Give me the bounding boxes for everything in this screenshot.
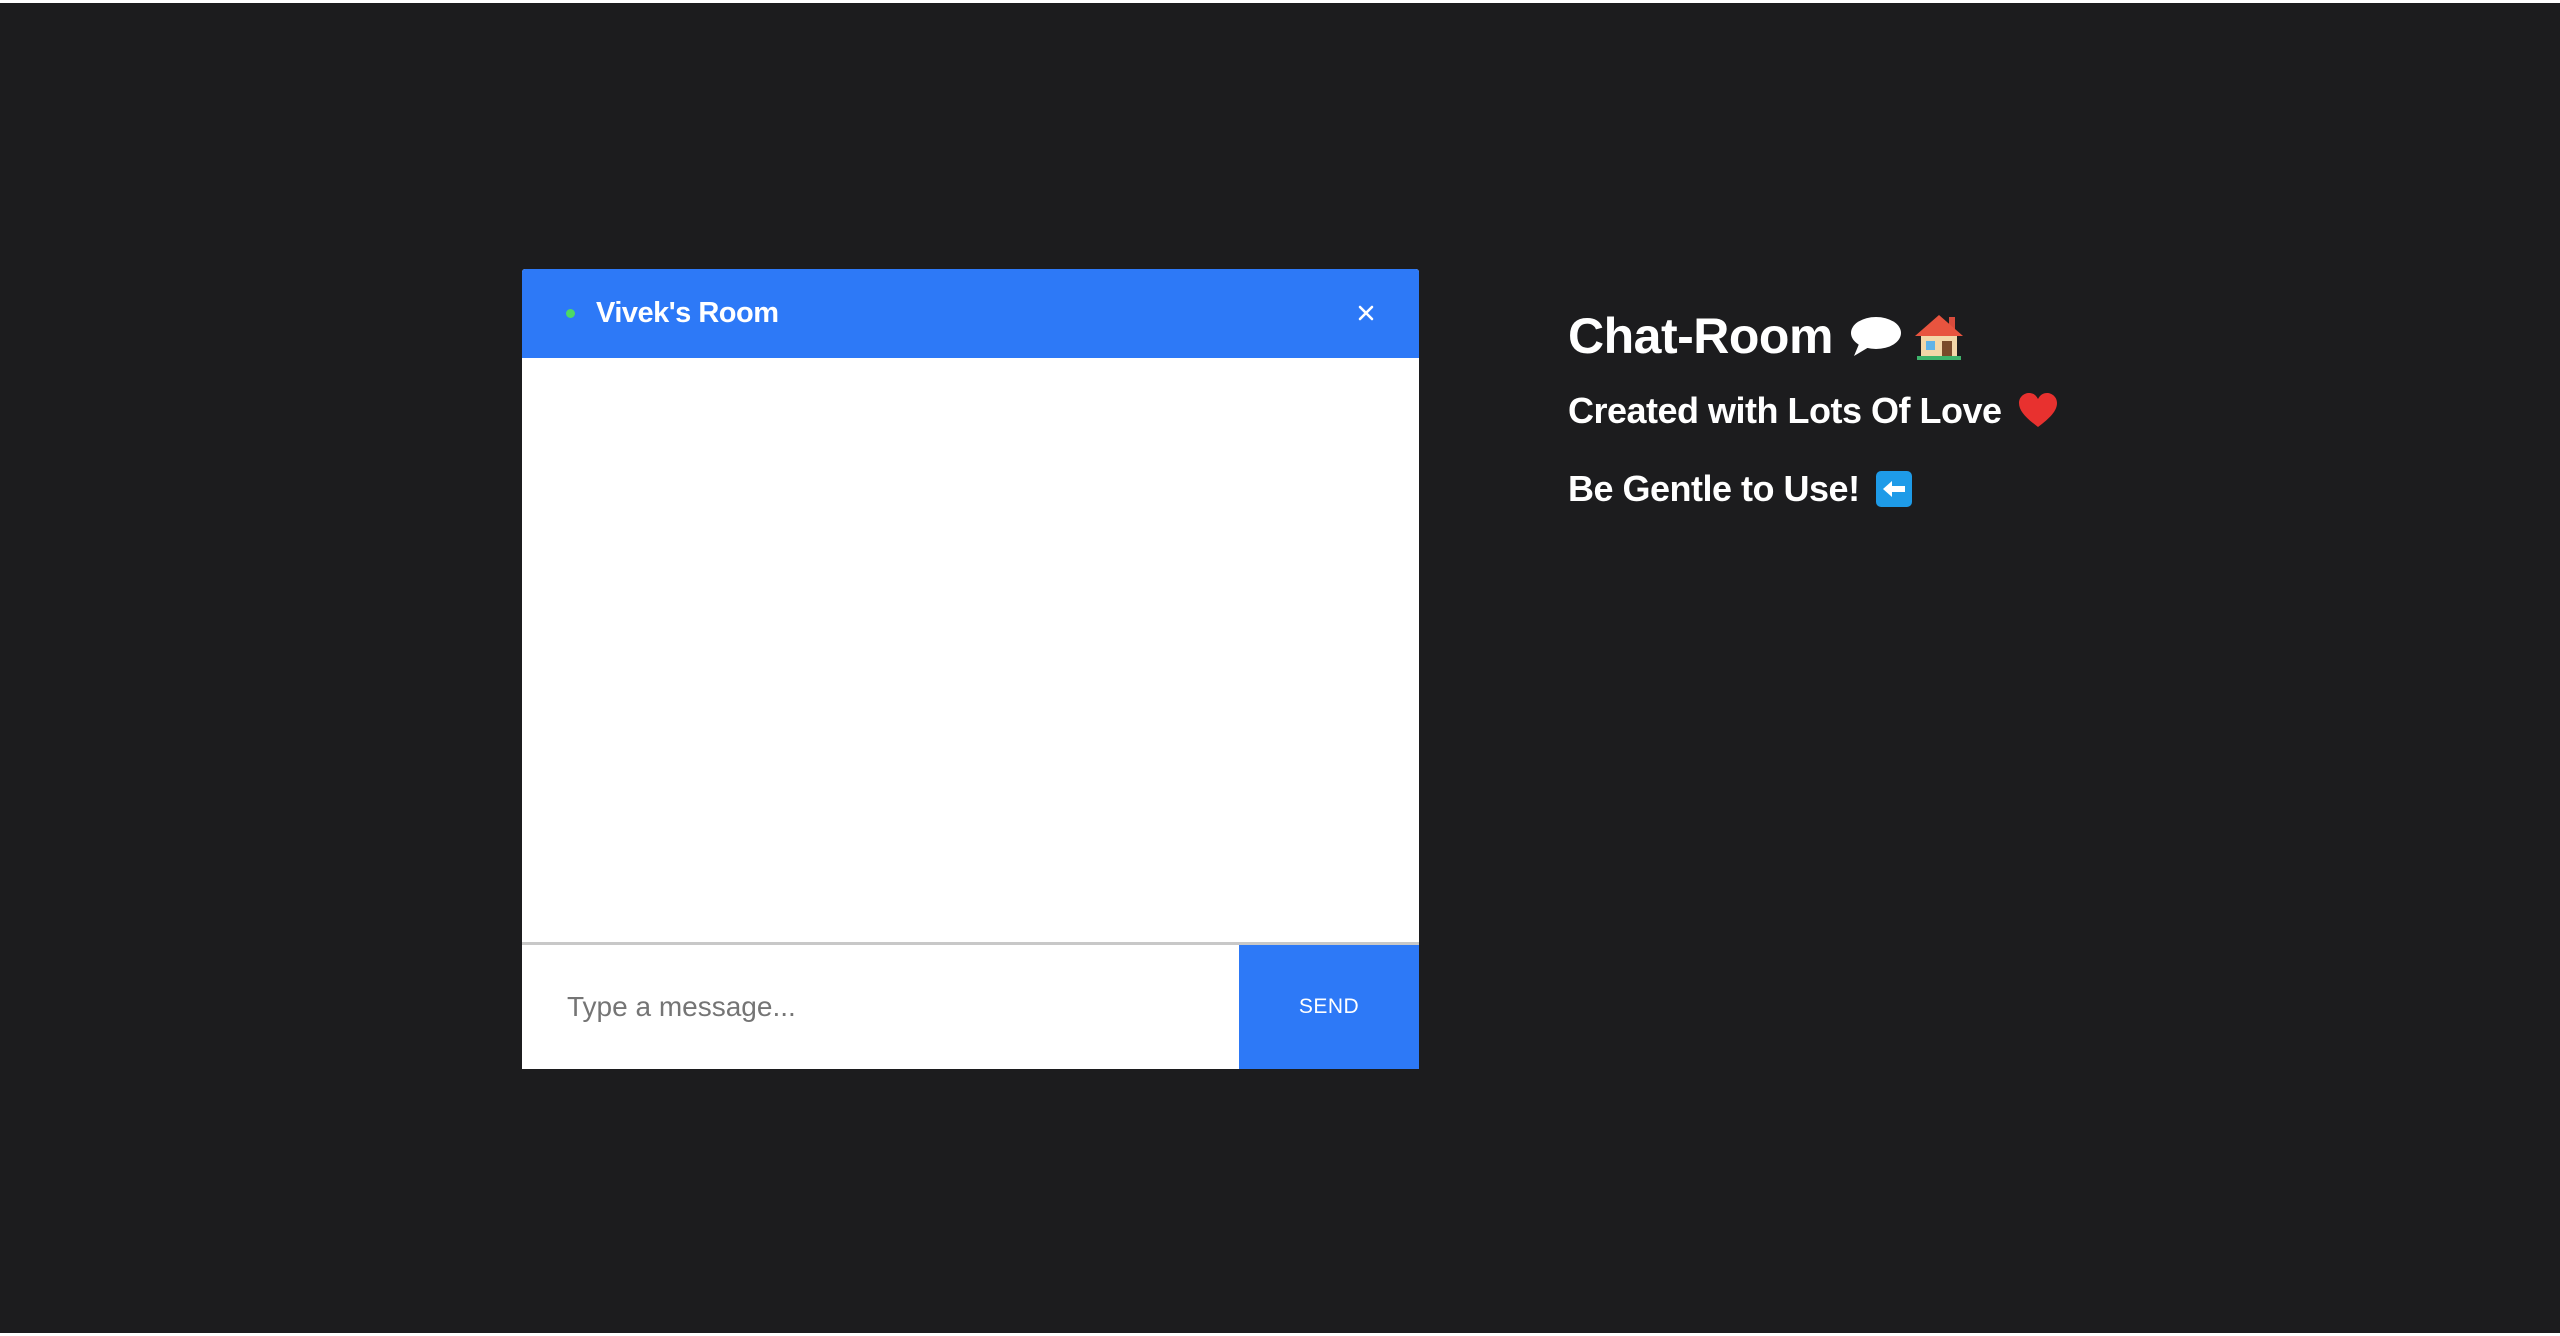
top-border [0,0,2560,3]
heart-icon [2018,393,2058,429]
message-list[interactable] [522,358,1419,942]
info-panel: Chat-Room Created with Lots Of Love Be G… [1568,300,2058,516]
chat-window: Vivek's Room SEND [522,269,1419,1069]
be-gentle-text: Be Gentle to Use! [1568,468,1860,509]
online-status-dot [566,309,575,318]
room-title: Vivek's Room [596,297,779,329]
speech-bubble-icon [1849,314,1903,358]
send-button[interactable]: SEND [1239,945,1419,1069]
page-title: Chat-Room [1568,308,1833,364]
info-love-line: Created with Lots Of Love [1568,384,2058,438]
chat-footer: SEND [522,942,1419,1069]
info-gentle-line: Be Gentle to Use! [1568,462,2058,516]
message-input[interactable] [522,945,1239,1069]
info-title-line: Chat-Room [1568,300,2058,372]
chat-header: Vivek's Room [522,269,1419,358]
created-with-love-text: Created with Lots Of Love [1568,390,2002,431]
close-icon [1358,305,1374,321]
left-arrow-icon [1875,471,1912,507]
house-icon [1913,311,1965,361]
close-button[interactable] [1349,296,1383,330]
